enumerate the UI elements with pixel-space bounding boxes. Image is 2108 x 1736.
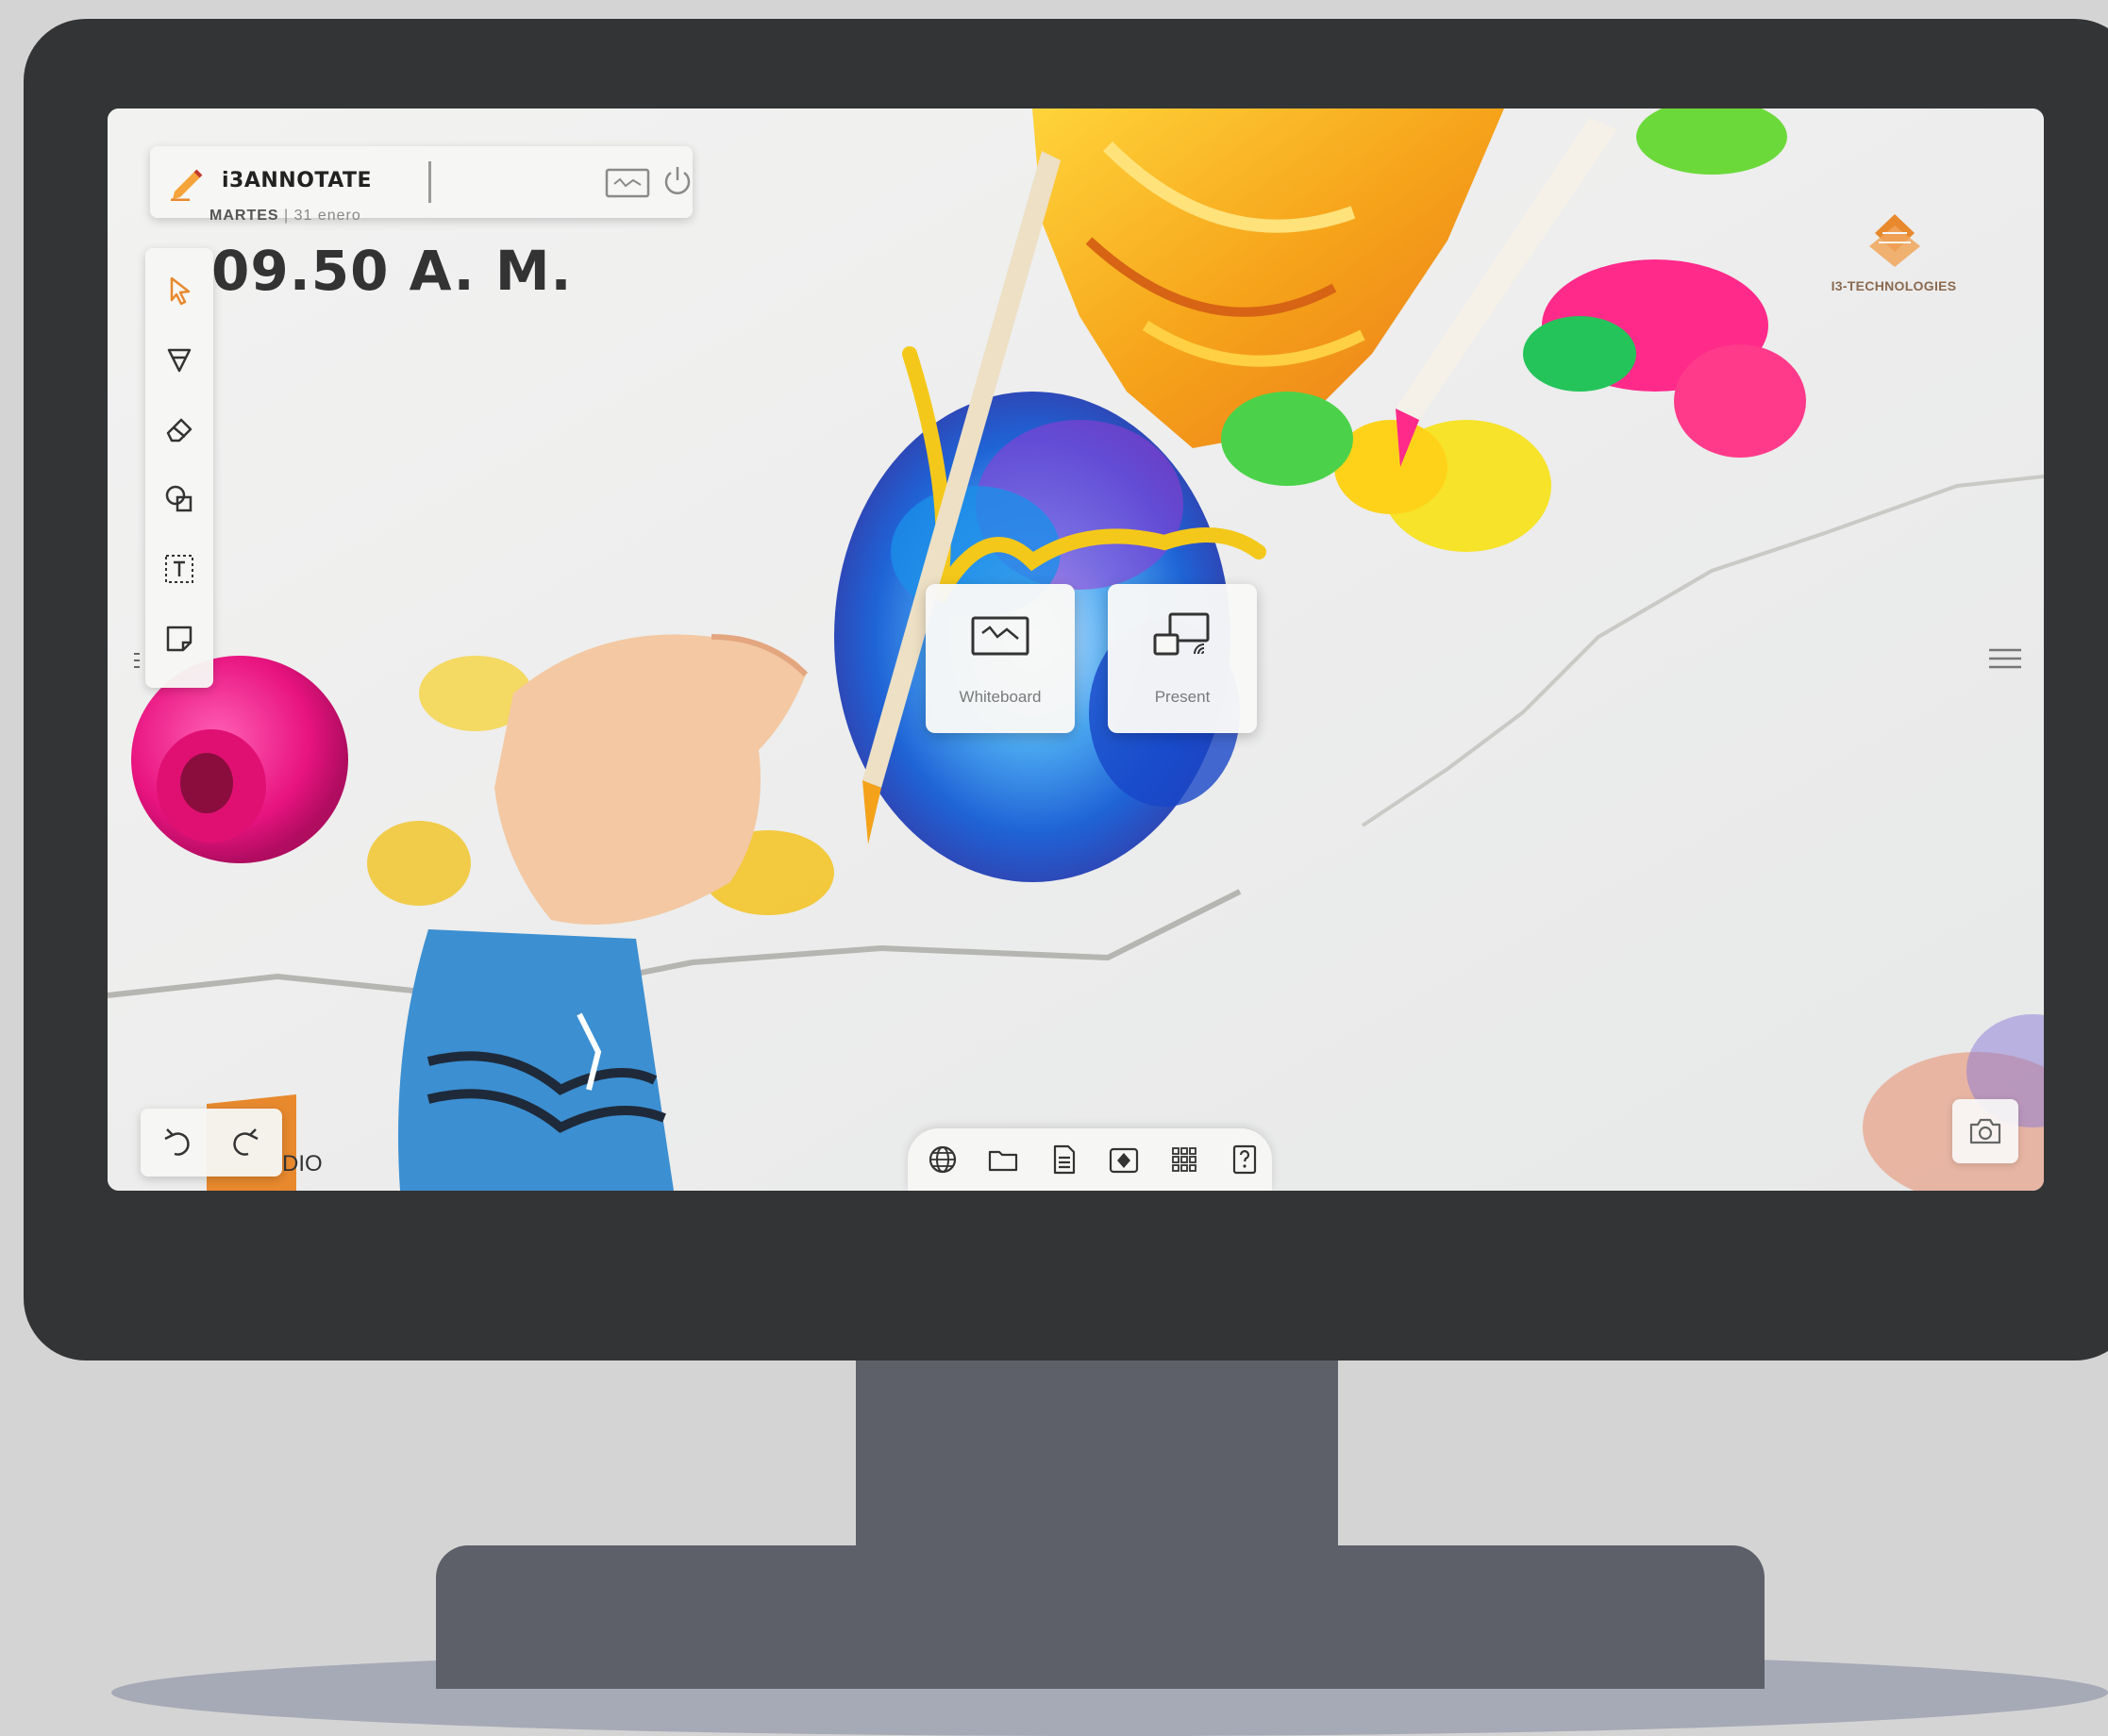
folder-icon[interactable] [987, 1143, 1019, 1176]
sticky-note-icon[interactable] [160, 620, 198, 658]
text-box-icon[interactable] [160, 550, 198, 588]
clock-time: 09.50 A. M. [211, 239, 573, 303]
monitor-stand-neck [856, 1349, 1338, 1566]
globe-icon[interactable] [927, 1143, 959, 1176]
help-icon[interactable] [1229, 1143, 1261, 1176]
left-edge-grip-icon[interactable] [132, 646, 142, 675]
date-day: MARTES [209, 208, 279, 224]
pen-tool-icon[interactable] [160, 341, 198, 378]
eraser-icon[interactable] [160, 410, 198, 448]
display-screen: i3ANNOTATE MARTES | 31 enero 09.50 A. M. [108, 108, 2044, 1191]
shapes-icon[interactable] [160, 480, 198, 518]
toolbar-divider [428, 161, 431, 203]
undo-icon[interactable] [161, 1126, 195, 1160]
app-grid-icon[interactable] [1168, 1143, 1200, 1176]
whiteboard-label: Whiteboard [959, 688, 1042, 706]
studio-label-partial: DIO [282, 1151, 323, 1177]
camera-box-icon[interactable] [1108, 1143, 1140, 1176]
menu-icon[interactable] [1987, 646, 2023, 671]
monitor-stand-base [436, 1545, 1765, 1689]
i3-technologies-logo [1869, 214, 1920, 267]
document-icon[interactable] [1047, 1143, 1079, 1176]
present-cast-icon [1153, 612, 1210, 656]
undo-redo-panel [141, 1109, 282, 1177]
bottom-dock [908, 1128, 1272, 1191]
brand-name: I3-TECHNOLOGIES [1831, 278, 1957, 293]
whiteboard-icon [971, 616, 1029, 656]
screenshot-button[interactable] [1952, 1099, 2018, 1163]
power-icon[interactable] [660, 163, 695, 199]
date-label: MARTES | 31 enero [209, 208, 361, 225]
present-app-tile[interactable]: Present [1108, 584, 1257, 733]
redo-icon[interactable] [227, 1126, 261, 1160]
pencil-icon [171, 169, 203, 201]
camera-icon [1969, 1118, 2001, 1144]
present-label: Present [1154, 688, 1211, 706]
pointer-icon[interactable] [160, 271, 198, 309]
whiteboard-toggle-icon[interactable] [605, 167, 650, 199]
annotation-tool-panel [145, 248, 213, 688]
annotate-title: i3ANNOTATE [222, 169, 373, 192]
date-rest: | 31 enero [284, 208, 361, 224]
whiteboard-app-tile[interactable]: Whiteboard [926, 584, 1075, 733]
